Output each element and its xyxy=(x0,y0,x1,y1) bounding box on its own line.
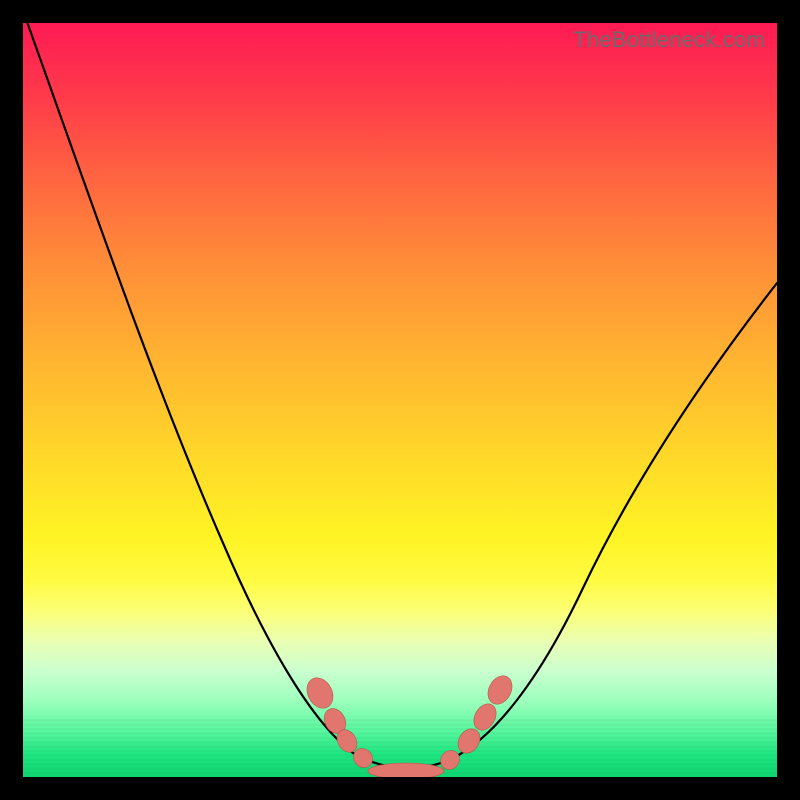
marker-dot xyxy=(483,672,517,709)
curve-svg xyxy=(23,23,777,777)
plot-area: TheBottleneck.com xyxy=(23,23,777,777)
marker-dot xyxy=(302,673,338,713)
curve-path xyxy=(26,23,777,768)
chart-frame: TheBottleneck.com xyxy=(0,0,800,800)
marker-pill xyxy=(368,763,444,777)
curve-markers xyxy=(302,672,517,777)
watermark-text: TheBottleneck.com xyxy=(573,27,765,53)
bottleneck-curve xyxy=(26,23,777,768)
